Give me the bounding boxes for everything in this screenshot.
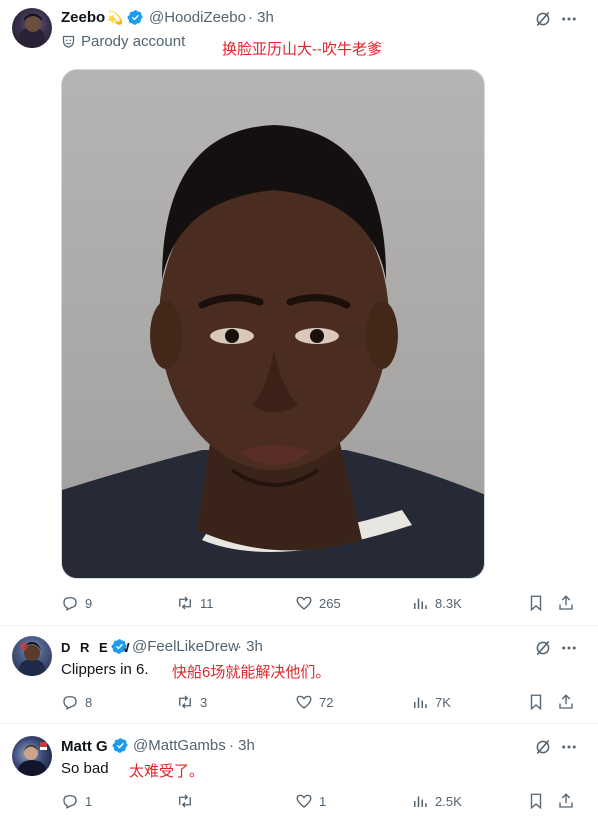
- like-button[interactable]: 1: [295, 791, 326, 811]
- retweet-icon: [179, 596, 191, 610]
- translation-note: 换脸亚历山大--吹牛老爹: [222, 41, 382, 58]
- tweet-matt[interactable]: Matt G @MattGambs · 3h So bad 太难受了。 1 1 …: [0, 724, 598, 822]
- reply-icon: [63, 696, 77, 710]
- views-chart-icon: [414, 598, 427, 609]
- timestamp[interactable]: · 3h: [237, 638, 263, 655]
- share-button[interactable]: [557, 593, 581, 613]
- bookmark-button[interactable]: [527, 593, 551, 613]
- bookmark-button[interactable]: [527, 791, 551, 811]
- avatar[interactable]: [12, 736, 52, 776]
- tweet-actions: 9 11 265 8.3K: [61, 593, 581, 613]
- tweet-text: Clippers in 6.: [61, 661, 149, 678]
- retweet-count: 11: [200, 595, 214, 611]
- translation-note: 太难受了。: [129, 763, 205, 780]
- parody-label: Parody account: [81, 33, 186, 50]
- reply-icon: [63, 795, 77, 809]
- retweet-icon: [179, 695, 191, 709]
- reply-count: 9: [85, 595, 93, 611]
- grok-icon[interactable]: [534, 10, 552, 28]
- reply-icon: [63, 597, 77, 611]
- view-count: 2.5K: [435, 793, 462, 809]
- bookmark-icon: [530, 694, 542, 711]
- share-button[interactable]: [557, 692, 581, 712]
- view-count: 7K: [435, 694, 451, 710]
- sparkle-emoji: 💫: [107, 10, 124, 25]
- like-count: 72: [319, 694, 334, 710]
- share-icon: [559, 793, 573, 808]
- share-icon: [559, 595, 573, 610]
- verified-badge-icon: [111, 639, 127, 654]
- views-chart-icon: [414, 796, 427, 807]
- retweet-count: 3: [200, 694, 208, 710]
- share-button[interactable]: [557, 791, 581, 811]
- avatar[interactable]: [12, 636, 52, 676]
- translation-note: 快船6场就能解决他们。: [172, 664, 331, 681]
- views-button[interactable]: 7K: [411, 692, 451, 712]
- retweet-icon: [179, 794, 191, 808]
- like-count: 1: [319, 793, 327, 809]
- bookmark-icon: [530, 793, 542, 810]
- tweet-actions: 8 3 72 7K: [61, 692, 581, 712]
- heart-icon: [296, 596, 312, 610]
- verified-badge-icon: [127, 10, 143, 25]
- more-options-icon[interactable]: [560, 639, 578, 657]
- display-name[interactable]: Zeebo: [61, 9, 105, 26]
- tweet-drew[interactable]: D R E W @FeelLikeDrew · 3h Clippers in 6…: [0, 626, 598, 723]
- mugshot-photo[interactable]: [61, 69, 485, 579]
- parody-mask-icon: [62, 35, 75, 48]
- views-chart-icon: [414, 697, 427, 708]
- more-options-icon[interactable]: [560, 10, 578, 28]
- user-handle[interactable]: @FeelLikeDrew: [132, 638, 239, 655]
- user-handle[interactable]: @MattGambs: [133, 737, 226, 754]
- tweet-zeebo[interactable]: Zeebo 💫 @HoodiZeebo · 3h Parody account …: [0, 0, 598, 625]
- retweet-button[interactable]: 3: [176, 692, 207, 712]
- bookmark-icon: [530, 595, 542, 612]
- user-handle[interactable]: @HoodiZeebo: [149, 9, 246, 26]
- retweet-button[interactable]: [176, 791, 200, 811]
- grok-icon[interactable]: [534, 738, 552, 756]
- tweet-actions: 1 1 2.5K: [61, 791, 581, 811]
- heart-icon: [296, 695, 312, 709]
- timestamp[interactable]: · 3h: [248, 9, 274, 26]
- like-button[interactable]: 72: [295, 692, 333, 712]
- tweet-text: So bad: [61, 760, 109, 777]
- like-count: 265: [319, 595, 341, 611]
- bookmark-button[interactable]: [527, 692, 551, 712]
- grok-icon[interactable]: [534, 639, 552, 657]
- views-button[interactable]: 8.3K: [411, 593, 462, 613]
- view-count: 8.3K: [435, 595, 462, 611]
- reply-count: 1: [85, 793, 93, 809]
- retweet-button[interactable]: 11: [176, 593, 214, 613]
- reply-count: 8: [85, 694, 93, 710]
- reply-button[interactable]: 9: [61, 593, 92, 613]
- share-icon: [559, 694, 573, 709]
- display-name[interactable]: Matt G: [61, 738, 108, 755]
- timestamp[interactable]: · 3h: [229, 737, 255, 754]
- reply-button[interactable]: 8: [61, 692, 92, 712]
- like-button[interactable]: 265: [295, 593, 341, 613]
- more-options-icon[interactable]: [560, 738, 578, 756]
- avatar[interactable]: [12, 8, 52, 48]
- views-button[interactable]: 2.5K: [411, 791, 462, 811]
- verified-badge-icon: [112, 738, 128, 753]
- reply-button[interactable]: 1: [61, 791, 92, 811]
- heart-icon: [296, 794, 312, 808]
